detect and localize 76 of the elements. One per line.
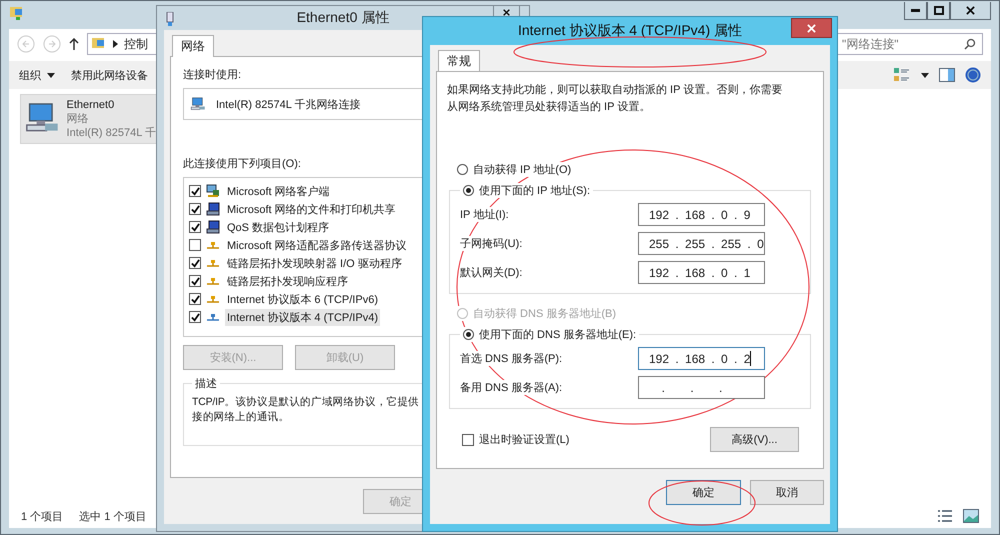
ip-address-field[interactable]: 192 . 168 . 0 . 9 <box>638 203 765 226</box>
network-adapter-icon <box>166 12 174 26</box>
ip-address-field[interactable]: 192 . 168 . 0 . 2 <box>638 347 765 370</box>
checkbox[interactable] <box>189 275 201 287</box>
close-button[interactable] <box>791 18 832 38</box>
minimize-icon <box>911 9 920 12</box>
computer-icon <box>206 220 220 234</box>
component-item[interactable]: Microsoft 网络客户端 <box>225 182 332 200</box>
field-label: 子网掩码(U): <box>460 236 522 251</box>
component-item[interactable]: Microsoft 网络适配器多路传送器协议 <box>225 236 409 254</box>
checkbox[interactable] <box>189 239 201 251</box>
large-icons-view-icon[interactable] <box>963 509 979 523</box>
close-icon <box>807 24 816 32</box>
checkbox[interactable] <box>189 293 201 305</box>
group-title: 描述 <box>194 377 218 391</box>
ip-address-field[interactable]: 192 . 168 . 0 . 1 <box>638 261 765 284</box>
close-icon <box>966 6 975 15</box>
description-text: 接的网络上的通讯。 <box>192 410 290 425</box>
caret-icon <box>47 72 55 78</box>
network-computer-icon <box>190 96 206 112</box>
close-icon <box>503 9 510 16</box>
maximize-button[interactable] <box>927 2 950 20</box>
tab[interactable]: 常规 <box>438 50 480 72</box>
window-title: Internet 协议版本 4 (TCP/IPv4) 属性 <box>518 22 742 40</box>
component-item[interactable]: QoS 数据包计划程序 <box>225 218 332 236</box>
folder-network-icon <box>9 5 25 21</box>
checkbox[interactable] <box>189 203 201 215</box>
minimize-button[interactable] <box>904 2 927 20</box>
radio-option[interactable]: 自动获得 IP 地址(O) <box>457 162 572 177</box>
ip-address-field[interactable]: 255 . 255 . 255 . 0 <box>638 232 765 255</box>
chevron-icon <box>113 40 118 48</box>
connection-name: Ethernet0 <box>66 98 116 112</box>
section-label: 连接时使用: <box>183 67 242 82</box>
radio-option[interactable]: 使用下面的 DNS 服务器地址(E): <box>463 327 636 342</box>
checkbox[interactable] <box>462 434 474 446</box>
item-count: 1 个项目 <box>21 510 64 524</box>
checkbox[interactable] <box>189 221 201 233</box>
component-item[interactable]: Internet 协议版本 4 (TCP/IPv4) <box>225 308 380 326</box>
checkbox[interactable] <box>189 185 201 197</box>
preview-pane-icon[interactable] <box>939 68 955 82</box>
ip-address-field[interactable]: . . . <box>638 376 765 399</box>
checkbox[interactable] <box>189 257 201 269</box>
maximize-icon <box>934 6 944 15</box>
up-arrow-icon[interactable] <box>69 38 79 50</box>
radio-option[interactable]: 使用下面的 IP 地址(S): <box>463 183 590 198</box>
validate-checkbox-label[interactable]: 退出时验证设置(L) <box>462 432 570 447</box>
field-label: 首选 DNS 服务器(P): <box>460 351 562 366</box>
address-text: 控制 <box>124 36 148 52</box>
component-item[interactable]: 链路层拓扑发现映射器 I/O 驱动程序 <box>225 254 404 272</box>
close-button[interactable] <box>950 2 991 20</box>
component-item[interactable]: Microsoft 网络的文件和打印机共享 <box>225 200 398 218</box>
details-view-icon[interactable] <box>937 509 953 523</box>
checkbox[interactable] <box>189 311 201 323</box>
section-label: 此连接使用下列项目(O): <box>183 156 301 171</box>
advanced-button[interactable]: 高级(V)... <box>710 427 799 452</box>
computer-icon <box>206 202 220 216</box>
network-client-icon <box>206 184 220 198</box>
connection-device: Intel(R) 82574L 千 <box>66 126 156 140</box>
selection-count: 选中 1 个项目 <box>79 510 146 524</box>
caret-icon[interactable] <box>921 72 929 78</box>
component-item[interactable]: Internet 协议版本 6 (TCP/IPv6) <box>225 290 380 308</box>
field-label: IP 地址(I): <box>460 207 509 222</box>
toolbar-button[interactable]: 组织 <box>19 68 55 82</box>
search-icon <box>964 38 976 50</box>
help-icon[interactable] <box>965 67 981 83</box>
dialog-button[interactable]: 取消 <box>750 480 824 504</box>
window-title: Ethernet0 属性 <box>296 9 390 27</box>
toolbar-button[interactable]: 禁用此网络设备 <box>71 68 148 82</box>
dialog-button[interactable]: 确定 <box>666 480 740 504</box>
connection-type: 网络 <box>66 112 90 126</box>
tab[interactable]: 网络 <box>172 35 214 57</box>
view-options-icon[interactable] <box>893 67 911 83</box>
description-text: TCP/IP。该协议是默认的广域网络协议，它提供 <box>192 395 420 410</box>
field-label: 默认网关(D): <box>460 265 522 280</box>
field-label: 备用 DNS 服务器(A): <box>460 380 562 395</box>
component-item[interactable]: 链路层拓扑发现响应程序 <box>225 272 350 290</box>
